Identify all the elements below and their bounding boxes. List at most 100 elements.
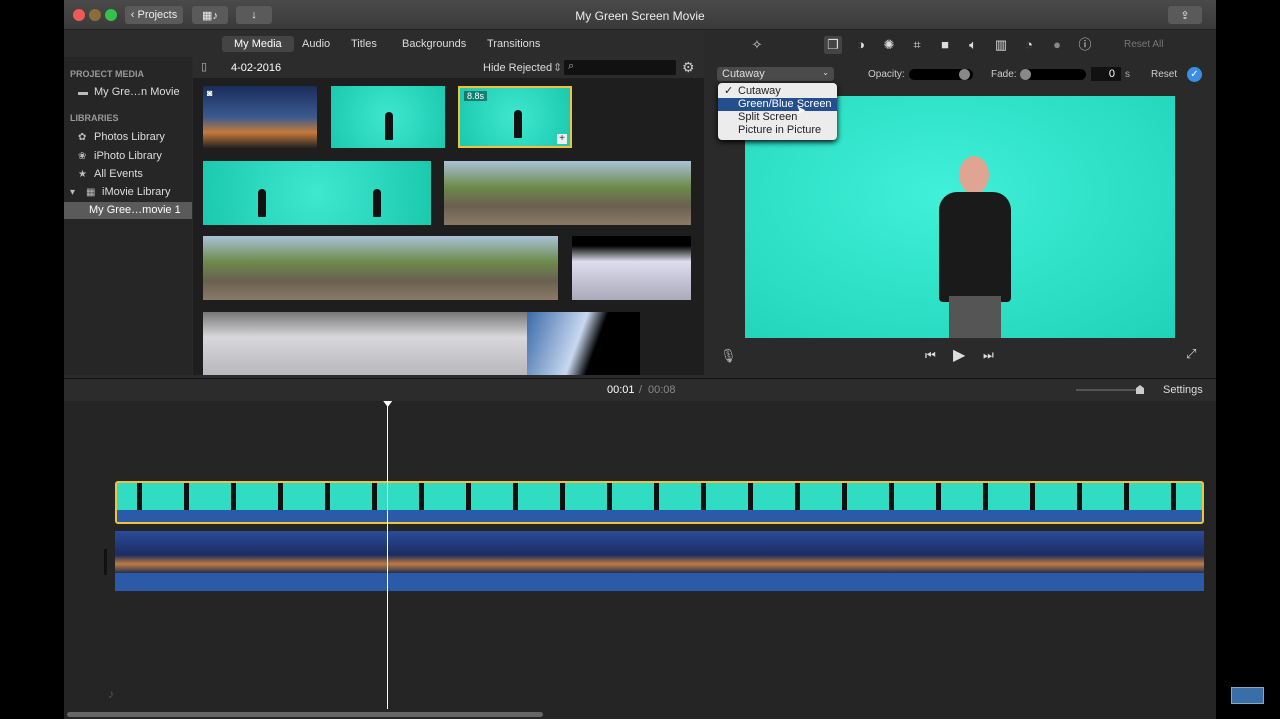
menu-item-split-screen[interactable]: Split Screen: [718, 111, 837, 124]
add-icon[interactable]: +: [557, 134, 567, 144]
clip-city-night[interactable]: ◙: [203, 86, 317, 148]
gear-icon[interactable]: ⚙: [682, 59, 695, 76]
video-overlay-icon[interactable]: ❐: [824, 36, 842, 54]
skip-forward-icon[interactable]: ⏭︎: [983, 348, 994, 363]
apply-checkmark-button[interactable]: ✓: [1187, 67, 1202, 82]
title-bar: ‹ Projects ▦♪ ↓ My Green Screen Movie ⇪: [64, 0, 1216, 30]
tab-titles[interactable]: Titles: [339, 36, 389, 52]
browser-tabs: My Media Audio Titles Backgrounds Transi…: [64, 30, 704, 57]
camera-icon: ◙: [207, 88, 213, 98]
clip-green-1[interactable]: [331, 86, 445, 148]
magic-wand-icon[interactable]: ✧: [748, 36, 766, 54]
color-balance-icon[interactable]: ◑: [852, 36, 870, 54]
clip-railway-1[interactable]: [444, 161, 691, 225]
track-handle[interactable]: [104, 549, 107, 575]
fullscreen-icon[interactable]: ⤢: [1186, 346, 1196, 362]
skip-back-icon[interactable]: ⏮︎: [925, 348, 936, 363]
clip-earth-1[interactable]: [572, 236, 691, 300]
filter-select[interactable]: Hide Rejected: [483, 62, 552, 74]
city-background-clip[interactable]: [115, 531, 1204, 591]
fade-slider-knob[interactable]: [1020, 69, 1031, 80]
opacity-label: Opacity:: [868, 69, 905, 80]
timeline-header: 00:01 / 00:08 Settings: [64, 379, 1216, 401]
tab-my-media[interactable]: My Media: [222, 36, 294, 52]
browser-header: ▯ 4-02-2016 Hide Rejected ⇕ ⌕ ⚙: [193, 57, 704, 78]
event-date: 4-02-2016: [231, 62, 282, 74]
info-icon[interactable]: ⓘ: [1076, 36, 1094, 54]
menu-item-green-blue-screen[interactable]: Green/Blue Screen: [718, 98, 837, 111]
clip-railway-2[interactable]: [203, 236, 558, 300]
search-icon: ⌕: [568, 60, 575, 72]
filter-icon[interactable]: ●: [1048, 36, 1066, 54]
viewer: ✧ ❐ ◑ ✺ ⌗ ■ 🔈︎ ▥ ◔ ● ⓘ Reset All Cutaway…: [705, 30, 1216, 375]
fade-label: Fade:: [991, 69, 1017, 80]
overlay-mode-dropdown[interactable]: Cutaway ⌄: [717, 67, 834, 81]
menu-item-cutaway[interactable]: ✓ Cutaway: [718, 85, 837, 98]
grid-icon: ▦: [86, 187, 96, 198]
reset-button[interactable]: Reset: [1151, 69, 1177, 80]
sidebar-item-all-events[interactable]: ★ All Events: [78, 168, 143, 180]
opacity-slider[interactable]: [909, 69, 973, 80]
stabilization-icon[interactable]: ■: [936, 36, 954, 54]
clip-green-2-selected[interactable]: 8.8s +: [458, 86, 572, 148]
chevron-updown-icon: ⇕: [553, 62, 563, 74]
speed-icon[interactable]: ◔: [1020, 36, 1038, 54]
fade-duration-input[interactable]: 0: [1091, 67, 1121, 81]
opacity-slider-knob[interactable]: [959, 69, 971, 80]
time-separator: /: [639, 384, 643, 396]
microphone-icon[interactable]: 🎙︎: [720, 348, 737, 364]
sidebar-item-iphoto-library[interactable]: ❀ iPhoto Library: [78, 150, 162, 162]
checkmark-icon: ✓: [724, 85, 734, 97]
clip-space[interactable]: [527, 312, 640, 375]
timeline: 00:01 / 00:08 Settings ♪: [64, 378, 1216, 719]
color-palette-icon[interactable]: ✺: [880, 36, 898, 54]
sidebar-item-imovie-library[interactable]: ▾ ▦ iMovie Library: [70, 186, 170, 198]
horizontal-scrollbar[interactable]: [67, 712, 543, 717]
window-title: My Green Screen Movie: [575, 9, 705, 23]
mouse-cursor-icon: ➤: [796, 103, 807, 117]
music-note-icon: ♪: [108, 687, 114, 701]
share-button[interactable]: ⇪: [1168, 6, 1202, 24]
current-time: 00:01: [607, 384, 635, 396]
tab-backgrounds[interactable]: Backgrounds: [390, 36, 478, 52]
reset-all-button[interactable]: Reset All: [1124, 39, 1163, 50]
tab-transitions[interactable]: Transitions: [475, 36, 552, 52]
fade-unit: s: [1125, 69, 1130, 80]
fade-slider[interactable]: [1020, 69, 1086, 80]
tab-audio[interactable]: Audio: [290, 36, 342, 52]
play-button[interactable]: ▶: [953, 345, 965, 365]
presenter-figure: [935, 156, 1015, 338]
playhead[interactable]: [383, 401, 393, 709]
clip-earth-2[interactable]: [203, 312, 527, 375]
share-icon: ⇪: [1180, 9, 1190, 22]
sidebar-item-project[interactable]: ▬ My Gre…n Movie: [78, 86, 180, 98]
crop-icon[interactable]: ⌗: [908, 36, 926, 54]
watermark-logo: [1231, 687, 1264, 704]
timeline-settings-button[interactable]: Settings: [1163, 384, 1203, 396]
clip-duration: 8.8s: [464, 91, 488, 101]
libraries-header: LIBRARIES: [70, 113, 119, 123]
clip-green-3[interactable]: [203, 161, 431, 225]
zoom-slider-knob[interactable]: [1136, 385, 1144, 394]
zoom-slider[interactable]: [1076, 385, 1144, 394]
sidebar-toggle-icon[interactable]: ▯: [201, 60, 207, 73]
star-icon: ★: [78, 169, 87, 180]
project-media-header: PROJECT MEDIA: [70, 69, 145, 79]
disclosure-triangle-icon: ▾: [70, 187, 76, 198]
search-input[interactable]: ⌕: [564, 60, 676, 75]
overlay-mode-menu: ✓ Cutaway Green/Blue Screen Split Screen …: [718, 83, 837, 140]
sidebar-item-photos-library[interactable]: ✿ Photos Library: [78, 131, 165, 143]
media-browser: ◙ 8.8s +: [193, 78, 704, 375]
photos-icon: ✿: [78, 132, 87, 143]
clapper-icon: ▬: [78, 87, 88, 98]
equalizer-icon[interactable]: ▥: [992, 36, 1010, 54]
sidebar-item-event[interactable]: My Gree…movie 1: [64, 202, 192, 219]
imovie-window: ‹ Projects ▦♪ ↓ My Green Screen Movie ⇪ …: [64, 0, 1216, 719]
total-time: 00:08: [648, 384, 676, 396]
menu-item-picture-in-picture[interactable]: Picture in Picture: [718, 124, 837, 137]
chevron-down-icon: ⌄: [822, 68, 829, 77]
libraries-sidebar: PROJECT MEDIA ▬ My Gre…n Movie LIBRARIES …: [64, 57, 192, 375]
playhead-marker-icon[interactable]: [383, 401, 393, 407]
volume-icon[interactable]: 🔈︎: [964, 36, 982, 54]
green-screen-clip[interactable]: [115, 481, 1204, 524]
